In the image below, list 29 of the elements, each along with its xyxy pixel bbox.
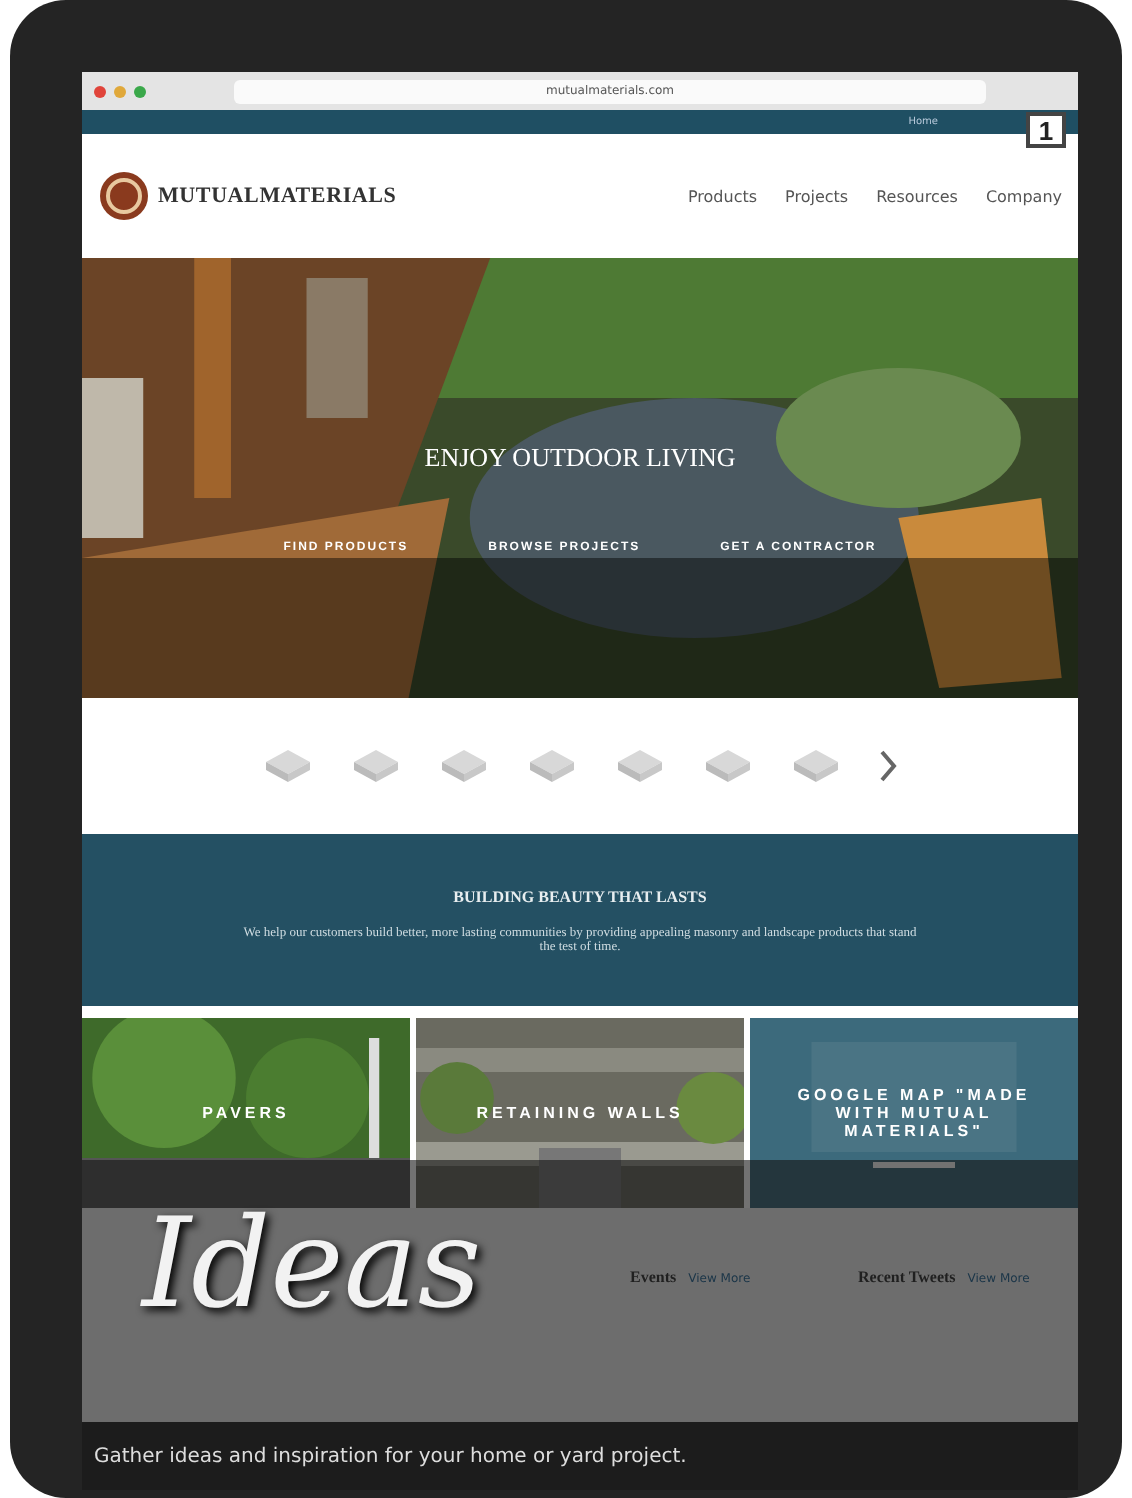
category-tile[interactable]: GOOGLE MAP "MADE WITH MUTUAL MATERIALS": [750, 1018, 1078, 1208]
category-tile[interactable]: PAVERS: [82, 1018, 410, 1208]
nav-link[interactable]: Products: [687, 187, 758, 205]
nav-link[interactable]: Company: [985, 187, 1062, 205]
overlay-caption: Gather ideas and inspiration for your home or yard project.: [82, 1422, 1078, 1490]
nav-link[interactable]: Resources: [876, 187, 958, 205]
paver-icon: [702, 746, 754, 786]
tile-label: GOOGLE MAP "MADE WITH MUTUAL MATERIALS": [795, 1086, 1033, 1140]
logo-text: MUTUALMATERIALS: [158, 184, 397, 208]
tile-label: RETAINING WALLS: [474, 1104, 686, 1122]
category-tile[interactable]: RETAINING WALLS: [416, 1018, 744, 1208]
logo-icon: [98, 170, 150, 222]
nav-link[interactable]: Projects: [785, 187, 849, 205]
paver-icon: [438, 746, 490, 786]
minimize-icon[interactable]: [114, 85, 126, 97]
paver-icon: [790, 746, 842, 786]
paver-icon: [262, 746, 314, 786]
column-heading: Recent Tweets: [858, 1268, 956, 1286]
tile-label: PAVERS: [200, 1104, 292, 1122]
next-icon[interactable]: [878, 748, 898, 784]
paver-icon: [350, 746, 402, 786]
number-badge: 1: [1026, 112, 1066, 148]
close-icon[interactable]: [94, 85, 106, 97]
maximize-icon[interactable]: [134, 85, 146, 97]
paver-icon: [526, 746, 578, 786]
band-title: BUILDING BEAUTY THAT LASTS: [453, 887, 707, 905]
hero-title: ENJOY OUTDOOR LIVING: [424, 442, 736, 474]
column-heading: Events: [630, 1268, 677, 1286]
paver-icon: [614, 746, 666, 786]
